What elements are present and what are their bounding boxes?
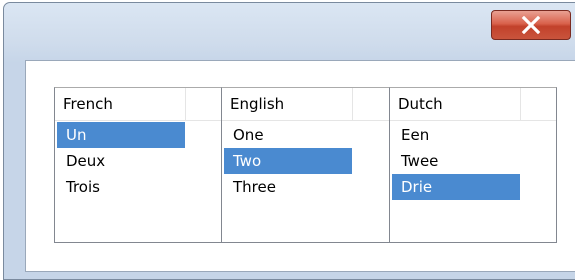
list-header[interactable]: Dutch [390, 88, 556, 121]
column-header-dutch[interactable]: Dutch [398, 95, 443, 113]
column-divider[interactable] [185, 88, 186, 120]
list-item-three[interactable]: Three [224, 174, 387, 200]
close-x-icon [520, 16, 542, 34]
title-bar[interactable] [4, 3, 575, 53]
list-item-trois[interactable]: Trois [57, 174, 219, 200]
list-item-deux[interactable]: Deux [57, 148, 219, 174]
list-french[interactable]: French Un Deux Trois [54, 87, 222, 243]
close-button[interactable] [491, 10, 571, 40]
column-header-french[interactable]: French [63, 95, 113, 113]
list-item-one[interactable]: One [224, 122, 387, 148]
list-item-two[interactable]: Two [224, 148, 352, 174]
client-area: French Un Deux Trois English One Two Thr… [25, 60, 575, 272]
list-header[interactable]: French [55, 88, 221, 121]
list-item-een[interactable]: Een [392, 122, 554, 148]
list-item-twee[interactable]: Twee [392, 148, 554, 174]
column-divider[interactable] [520, 88, 521, 120]
list-header[interactable]: English [222, 88, 389, 121]
list-item-drie[interactable]: Drie [392, 174, 520, 200]
list-dutch[interactable]: Dutch Een Twee Drie [389, 87, 557, 243]
column-header-english[interactable]: English [230, 95, 284, 113]
list-english[interactable]: English One Two Three [221, 87, 390, 243]
column-divider[interactable] [352, 88, 353, 120]
list-item-un[interactable]: Un [57, 122, 185, 148]
